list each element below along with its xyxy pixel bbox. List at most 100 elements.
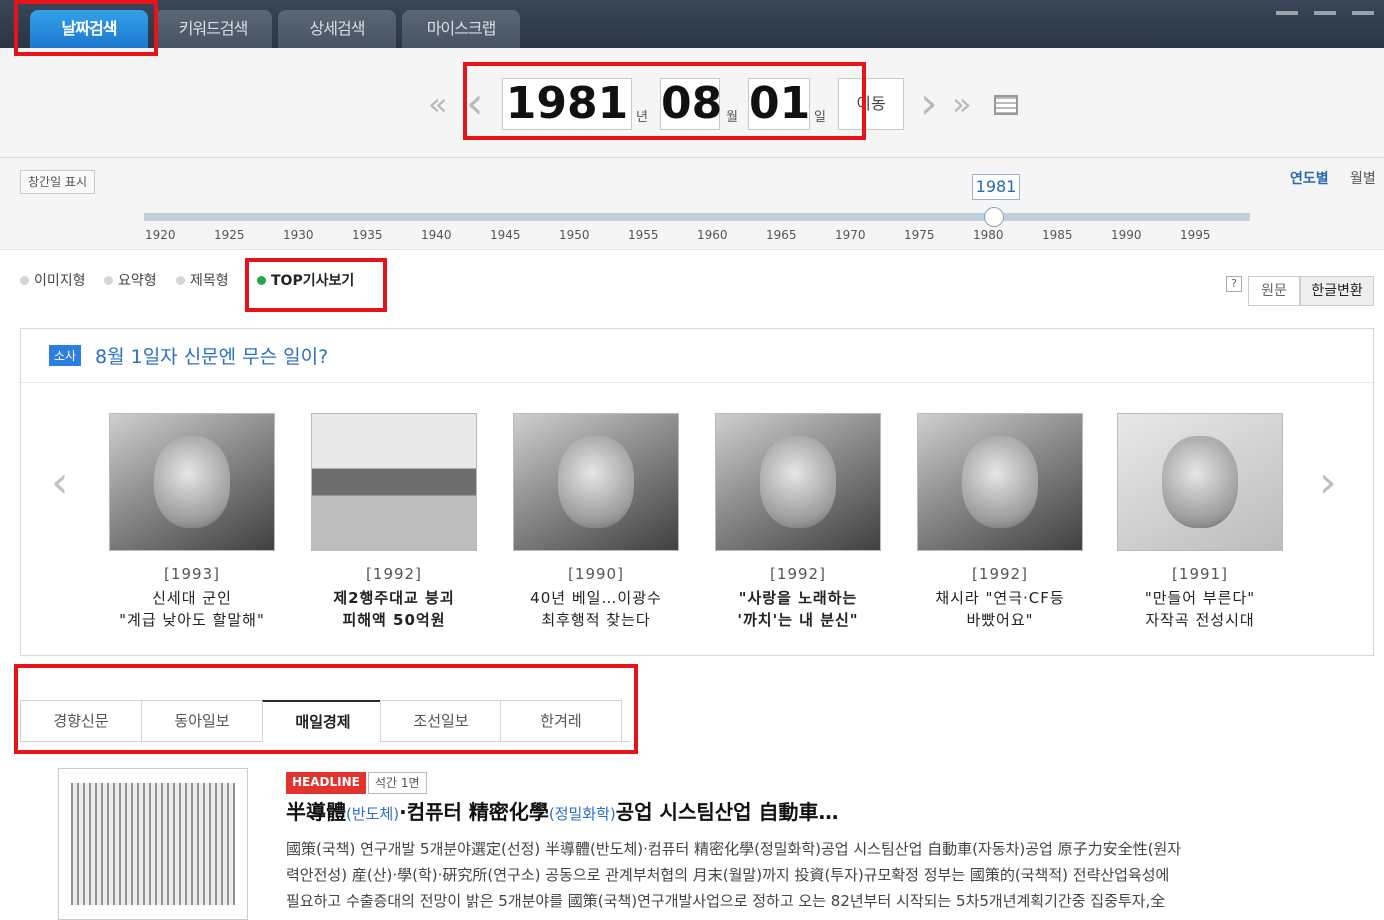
headline-badge: HEADLINE <box>286 772 366 794</box>
category-badge: 소사 <box>49 345 82 366</box>
timeline-tick-label: 1955 <box>628 228 659 242</box>
story-title-line1[interactable]: "사랑을 노래하는 <box>715 587 881 609</box>
timeline-tick-label: 1930 <box>283 228 314 242</box>
view-summary-radio[interactable]: 요약형 <box>104 270 157 290</box>
panel-header: 소사 8월 1일자 신문엔 무슨 일이? <box>21 329 1373 383</box>
story-title-line2[interactable]: 피해액 50억원 <box>311 609 477 631</box>
title-part: 半導體 <box>286 800 346 824</box>
story-year: [1991] <box>1172 565 1228 583</box>
body-line: 력안전성) 産(산)·學(학)·硏究所(연구소) 공동으로 관계부처협의 月末(… <box>286 866 1170 884</box>
story-card[interactable]: [1991] "만들어 부른다" 자작곡 전성시대 <box>1117 413 1283 631</box>
carousel-next-icon[interactable]: › <box>1319 457 1337 508</box>
page-badge: 석간 1면 <box>368 772 427 794</box>
timeline-tick-label: 1980 <box>973 228 1004 242</box>
story-title-line1[interactable]: 40년 베일…이광수 <box>513 587 679 609</box>
story-card[interactable]: [1992] "사랑을 노래하는 '까치'는 내 분신" <box>715 413 881 631</box>
year-timeline: 창간일 표시 1981 1920 1925 1930 1935 1940 1945 1950… <box>0 158 1384 250</box>
view-title-radio[interactable]: 제목형 <box>176 270 229 290</box>
story-title-line2[interactable]: '까치'는 내 분신" <box>715 609 881 631</box>
highlight-box <box>245 258 387 312</box>
story-photo[interactable] <box>715 413 881 551</box>
story-title-line1[interactable]: 신세대 군인 <box>109 587 275 609</box>
story-photo[interactable] <box>513 413 679 551</box>
tab-my-scrap[interactable]: 마이스크랩 <box>402 10 520 48</box>
radio-label: 제목형 <box>190 273 229 289</box>
show-pub-date-button[interactable]: 창간일 표시 <box>20 170 96 194</box>
top-tab-bar: 날짜검색 키워드검색 상세검색 마이스크랩 <box>0 0 1384 48</box>
timeline-tick-label: 1950 <box>559 228 590 242</box>
story-photo[interactable] <box>917 413 1083 551</box>
title-part: 공업 시스팀산업 自動車… <box>615 800 839 824</box>
carousel-prev-icon[interactable]: ‹ <box>51 457 69 508</box>
story-card[interactable]: [1992] 제2행주대교 붕괴 피해액 50억원 <box>311 413 477 631</box>
radio-label: 이미지형 <box>34 273 86 289</box>
timeline-tick-label: 1920 <box>145 228 176 242</box>
timeline-tick-label: 1970 <box>835 228 866 242</box>
radio-icon <box>104 276 113 285</box>
story-year: [1992] <box>972 565 1028 583</box>
title-reading: (정밀화학) <box>548 805 616 823</box>
story-year: [1990] <box>568 565 624 583</box>
timeline-tick-label: 1985 <box>1042 228 1073 242</box>
story-title-line1[interactable]: 채시라 "연극·CF등 <box>917 587 1083 609</box>
story-year: [1993] <box>164 565 220 583</box>
story-title-line1[interactable]: 제2행주대교 붕괴 <box>311 587 477 609</box>
menu-icon[interactable] <box>1314 11 1336 15</box>
timeline-tick-label: 1960 <box>697 228 728 242</box>
timeline-tick-label: 1990 <box>1111 228 1142 242</box>
original-text-button[interactable]: 원문 <box>1248 276 1300 306</box>
story-title-line2[interactable]: 최후행적 찾는다 <box>513 609 679 631</box>
highlight-box <box>14 0 158 56</box>
next-year-icon[interactable]: » <box>952 84 972 124</box>
view-by-year[interactable]: 연도별 <box>1290 168 1329 188</box>
radio-label: 요약형 <box>118 273 157 289</box>
body-line: 國策(국책) 연구개발 5개분야選定(선정) 半導體(반도체)·컴퓨터 精密化學… <box>286 840 1182 858</box>
story-photo[interactable] <box>311 413 477 551</box>
timeline-tick-label: 1945 <box>490 228 521 242</box>
article-body: 國策(국책) 연구개발 5개분야選定(선정) 半導體(반도체)·컴퓨터 精密化學… <box>286 836 1336 914</box>
story-title-line2[interactable]: "계급 낮아도 할말해" <box>109 609 275 631</box>
body-line: 필요하고 수출증대의 전망이 밝은 5개분야를 國策(국책)연구개발사업으로 정… <box>286 892 1166 910</box>
timeline-handle[interactable] <box>984 207 1004 227</box>
tab-detail-search[interactable]: 상세검색 <box>278 10 396 48</box>
timeline-tick-label: 1940 <box>421 228 452 242</box>
hangul-convert-button[interactable]: 한글변환 <box>1300 276 1374 306</box>
story-card[interactable]: [1993] 신세대 군인 "계급 낮아도 할말해" <box>109 413 275 631</box>
story-title-line2[interactable]: 자작곡 전성시대 <box>1117 609 1283 631</box>
selected-year-flag: 1981 <box>972 174 1020 200</box>
highlight-box <box>14 664 638 754</box>
timeline-tick-label: 1935 <box>352 228 383 242</box>
help-icon[interactable]: ? <box>1226 276 1242 292</box>
panel-title[interactable]: 8월 1일자 신문엔 무슨 일이? <box>95 342 328 369</box>
timeline-tick-label: 1975 <box>904 228 935 242</box>
timeline-track[interactable] <box>144 213 1250 221</box>
radio-icon <box>176 276 185 285</box>
menu-icon[interactable] <box>1352 11 1374 15</box>
timeline-tick-label: 1925 <box>214 228 245 242</box>
view-image-radio[interactable]: 이미지형 <box>20 270 86 290</box>
story-card[interactable]: [1990] 40년 베일…이광수 최후행적 찾는다 <box>513 413 679 631</box>
title-reading: (반도체) <box>346 805 400 823</box>
title-part: ·컴퓨터 精密化學 <box>399 800 549 824</box>
story-title-line2[interactable]: 바빴어요" <box>917 609 1083 631</box>
story-year: [1992] <box>770 565 826 583</box>
timeline-tick-label: 1995 <box>1180 228 1211 242</box>
story-photo[interactable] <box>109 413 275 551</box>
newspaper-page-thumbnail[interactable] <box>58 768 248 920</box>
story-photo[interactable] <box>1117 413 1283 551</box>
menu-icon[interactable] <box>1276 11 1298 15</box>
story-card[interactable]: [1992] 채시라 "연극·CF등 바빴어요" <box>917 413 1083 631</box>
next-day-icon[interactable]: › <box>920 82 938 126</box>
top-news-panel: 소사 8월 1일자 신문엔 무슨 일이? ‹ › [1993] 신세대 군인 "… <box>20 328 1374 656</box>
highlight-box <box>463 62 866 140</box>
story-year: [1992] <box>366 565 422 583</box>
window-controls <box>1260 0 1374 15</box>
timeline-tick-label: 1965 <box>766 228 797 242</box>
calendar-icon[interactable] <box>994 95 1018 115</box>
story-title-line1[interactable]: "만들어 부른다" <box>1117 587 1283 609</box>
view-by-month[interactable]: 월별 <box>1350 168 1376 188</box>
tab-keyword-search[interactable]: 키워드검색 <box>154 10 272 48</box>
prev-year-icon[interactable]: « <box>428 84 448 124</box>
radio-icon <box>20 276 29 285</box>
article-title[interactable]: 半導體(반도체)·컴퓨터 精密化學(정밀화학)공업 시스팀산업 自動車… <box>286 796 839 825</box>
